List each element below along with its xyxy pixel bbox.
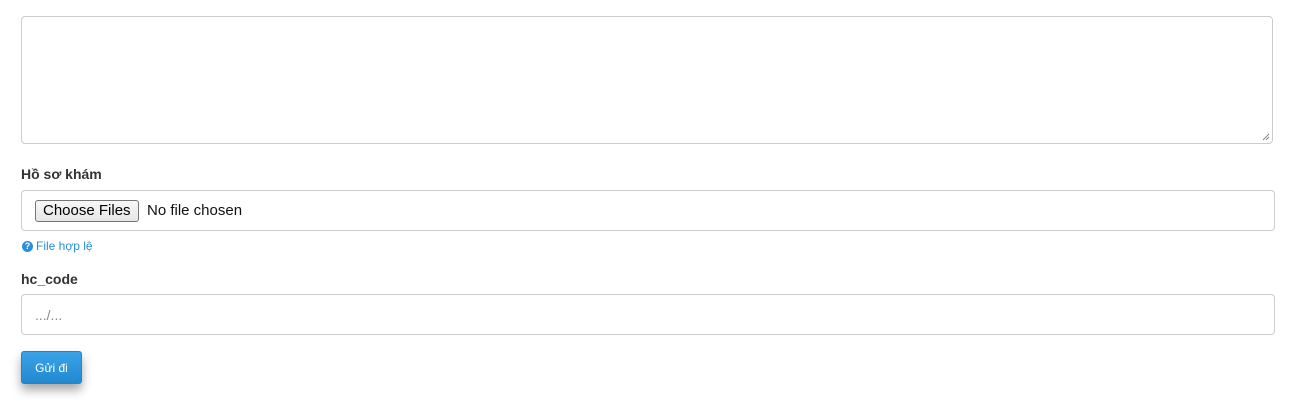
- choose-files-button[interactable]: Choose Files: [35, 200, 139, 222]
- hc-code-label: hc_code: [21, 271, 78, 287]
- submission-form: Hồ sơ khám Choose Files No file chosen ?…: [0, 0, 1300, 402]
- valid-file-help-text[interactable]: File hợp lệ: [36, 239, 93, 253]
- health-record-label: Hồ sơ khám: [21, 166, 102, 182]
- resize-grip-icon[interactable]: [1262, 133, 1270, 141]
- hc-code-input[interactable]: [22, 295, 1268, 334]
- valid-file-help-link[interactable]: ? File hợp lệ: [22, 238, 93, 254]
- submit-button[interactable]: Gửi đi: [21, 351, 82, 384]
- file-status-text: No file chosen: [147, 202, 243, 219]
- hc-code-field-wrapper: [21, 294, 1275, 335]
- notes-textarea[interactable]: [21, 16, 1273, 144]
- question-circle-icon: ?: [22, 240, 33, 252]
- health-record-file-input[interactable]: Choose Files No file chosen: [21, 190, 1275, 231]
